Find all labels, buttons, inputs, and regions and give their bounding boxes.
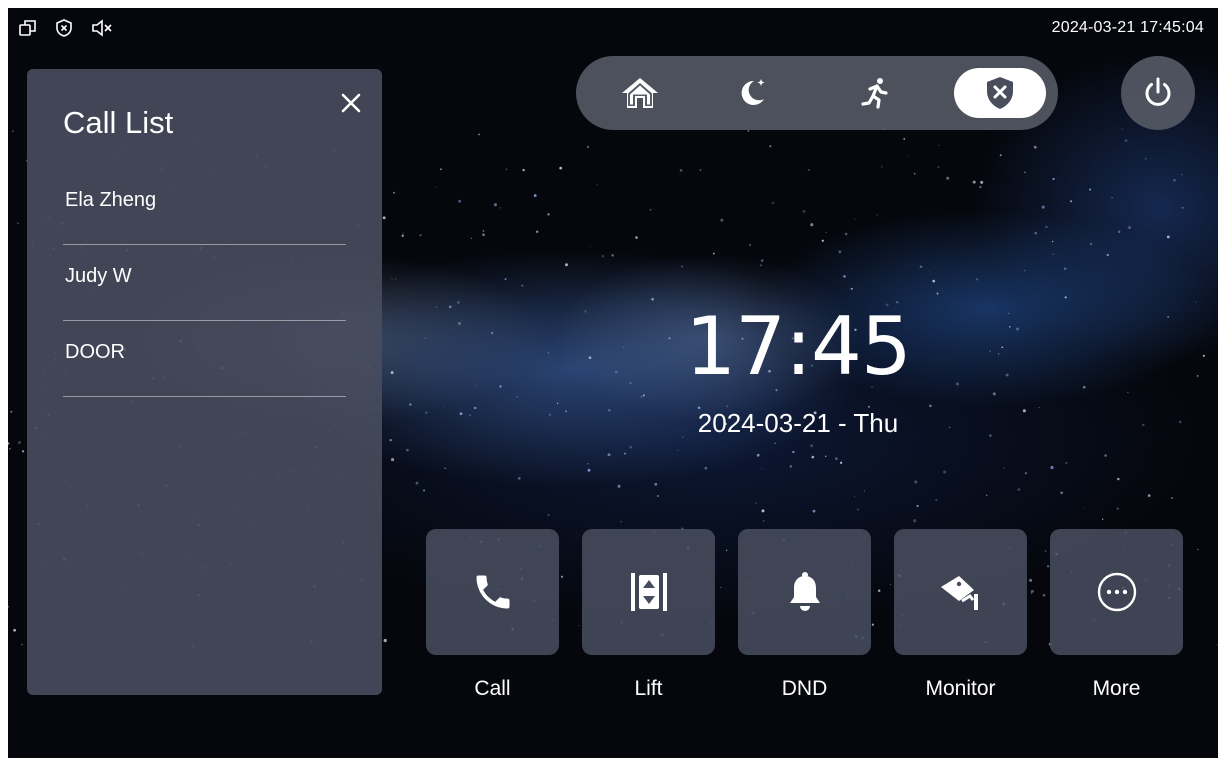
more-dots-icon bbox=[1097, 572, 1136, 612]
phone-icon bbox=[476, 575, 509, 609]
camera-icon bbox=[940, 576, 978, 610]
call-list-item[interactable]: Judy W bbox=[63, 245, 346, 321]
lift-button[interactable] bbox=[582, 529, 715, 655]
arming-mode-bar bbox=[576, 56, 1058, 130]
clock-time: 17:45 bbox=[685, 300, 912, 393]
call-button[interactable] bbox=[426, 529, 559, 655]
speaker-mute-icon bbox=[90, 18, 112, 38]
call-list: Ela Zheng Judy W DOOR bbox=[63, 169, 346, 397]
lift-label: Lift bbox=[634, 677, 663, 700]
bell-icon bbox=[789, 572, 820, 611]
running-person-icon bbox=[861, 78, 888, 109]
call-list-item[interactable]: DOOR bbox=[63, 321, 346, 397]
home-mode-button[interactable] bbox=[594, 68, 686, 118]
disarm-mode-button[interactable] bbox=[954, 68, 1046, 118]
home-screen: 2024-03-21 17:45:04 Call List Ela Zheng … bbox=[8, 8, 1218, 758]
call-list-item-label: DOOR bbox=[65, 341, 125, 363]
status-datetime: 2024-03-21 17:45:04 bbox=[1051, 19, 1204, 36]
power-button[interactable] bbox=[1121, 56, 1195, 130]
call-list-title: Call List bbox=[63, 105, 174, 140]
moon-icon bbox=[741, 79, 765, 105]
call-list-item[interactable]: Ela Zheng bbox=[63, 169, 346, 245]
call-label: Call bbox=[474, 677, 511, 700]
window-icon bbox=[18, 18, 38, 38]
monitor-button[interactable] bbox=[894, 529, 1027, 655]
monitor-label: Monitor bbox=[925, 677, 996, 700]
dnd-button[interactable] bbox=[738, 529, 871, 655]
elevator-icon bbox=[630, 573, 667, 611]
shield-x-icon bbox=[987, 77, 1013, 109]
clock-date: 2024-03-21 - Thu bbox=[697, 408, 899, 438]
away-mode-button[interactable] bbox=[830, 68, 922, 118]
more-button[interactable] bbox=[1050, 529, 1183, 655]
home-icon bbox=[622, 78, 658, 108]
power-icon bbox=[1145, 77, 1171, 106]
call-list-panel: Call List Ela Zheng Judy W DOOR bbox=[27, 69, 382, 695]
status-bar: 2024-03-21 17:45:04 bbox=[8, 8, 1218, 48]
shield-x-icon bbox=[54, 18, 74, 38]
night-mode-button[interactable] bbox=[706, 68, 798, 118]
close-icon[interactable] bbox=[339, 91, 363, 115]
call-list-item-label: Ela Zheng bbox=[65, 189, 157, 211]
call-list-item-label: Judy W bbox=[65, 265, 132, 287]
dnd-label: DND bbox=[781, 677, 828, 700]
more-label: More bbox=[1092, 677, 1141, 700]
